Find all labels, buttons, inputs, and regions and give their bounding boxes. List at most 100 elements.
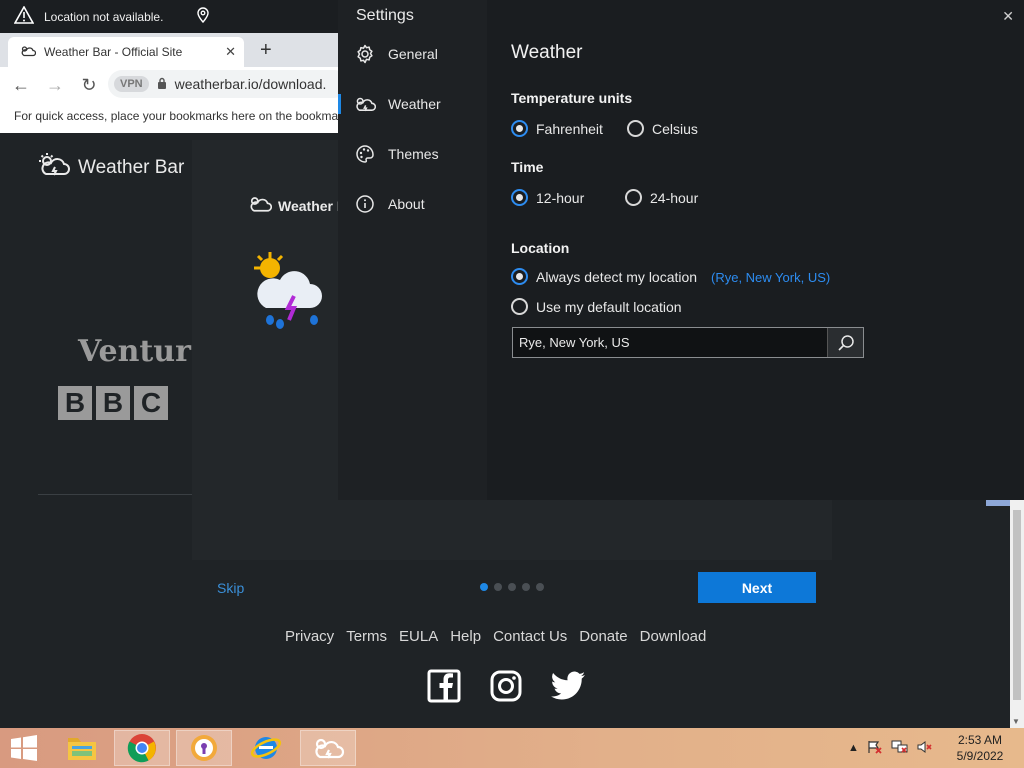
cloud-icon [354, 93, 376, 115]
back-icon[interactable]: ← [12, 75, 30, 96]
footer-link-contact[interactable]: Contact Us [493, 628, 567, 645]
press-logo-venturebeat: Ventur [78, 334, 191, 369]
radio-label: Always detect my location [536, 268, 698, 285]
radio-24-hour[interactable]: 24-hour [625, 189, 698, 206]
bbc-letter: B [96, 386, 130, 420]
radio-celsius[interactable]: Celsius [627, 120, 698, 137]
settings-nav-about[interactable]: About [338, 186, 487, 222]
weather-bar-icon[interactable] [300, 730, 356, 766]
radio-label: Use my default location [536, 298, 682, 315]
facebook-icon[interactable] [426, 668, 462, 704]
radio-unselected-icon [627, 120, 644, 137]
settings-nav-general[interactable]: General [338, 36, 487, 72]
new-tab-icon[interactable]: + [260, 39, 272, 62]
lock-icon[interactable] [157, 76, 167, 92]
volume-muted-icon[interactable] [917, 740, 933, 757]
info-icon [354, 193, 376, 215]
settings-nav-themes[interactable]: Themes [338, 136, 487, 172]
instagram-icon[interactable] [488, 668, 524, 704]
browser-window: Weather Bar - Official Site ✕ + ← → ↻ VP… [0, 33, 348, 133]
footer-link-download[interactable]: Download [640, 628, 707, 645]
pagination-dot[interactable] [522, 583, 530, 591]
scrollbar-thumb[interactable] [1013, 510, 1021, 700]
temperature-units-label: Temperature units [511, 90, 633, 106]
clock-date: 5/9/2022 [956, 749, 1004, 763]
forward-icon[interactable]: → [46, 75, 64, 96]
skip-link[interactable]: Skip [217, 580, 244, 596]
radio-unselected-icon [511, 298, 528, 315]
weather-bar-logo-icon [38, 152, 70, 184]
onboarding-pagination [480, 583, 544, 591]
twitter-icon[interactable] [550, 668, 586, 704]
search-icon[interactable] [827, 328, 863, 357]
settings-title: Settings [356, 7, 414, 24]
system-clock[interactable]: 2:53 AM 5/9/2022 [950, 732, 1010, 764]
detected-location-text: (Rye, New York, US) [711, 270, 831, 285]
settings-nav-label: Weather [388, 96, 441, 112]
site-logo-text: Weather Bar [78, 157, 185, 178]
next-button[interactable]: Next [698, 572, 816, 603]
radio-label: Celsius [652, 120, 698, 137]
pane-title: Weather [511, 42, 583, 63]
pagination-dot[interactable] [536, 583, 544, 591]
radio-unselected-icon [625, 189, 642, 206]
radio-fahrenheit[interactable]: Fahrenheit [511, 120, 603, 137]
thunderstorm-icon [248, 250, 332, 335]
location-input[interactable] [513, 328, 827, 357]
radio-always-detect-location[interactable]: Always detect my location [511, 268, 697, 285]
settings-sidebar: Settings General Weather Themes About [338, 0, 487, 500]
address-bar[interactable]: VPN weatherbar.io/download. [108, 70, 348, 98]
location-notice-text: Location not available. [44, 9, 164, 24]
pagination-dot[interactable] [480, 583, 488, 591]
internet-explorer-icon[interactable] [238, 730, 294, 766]
close-icon[interactable]: ✕ [1002, 8, 1014, 25]
footer-link-terms[interactable]: Terms [346, 628, 387, 645]
site-logo[interactable]: Weather Bar [38, 152, 184, 184]
radio-selected-icon [511, 189, 528, 206]
network-icon[interactable] [891, 740, 909, 757]
weather-bar-favicon-icon [20, 44, 37, 61]
windows-start-icon[interactable] [0, 730, 48, 766]
location-notice: Location not available. [0, 0, 338, 33]
radio-default-location[interactable]: Use my default location [511, 298, 682, 315]
settings-pane: Weather Temperature units Fahrenheit Cel… [487, 0, 986, 500]
vpn-badge[interactable]: VPN [114, 76, 149, 92]
location-label: Location [511, 240, 570, 256]
radio-selected-icon [511, 120, 528, 137]
radio-selected-icon [511, 268, 528, 285]
scroll-down-arrow-icon[interactable]: ▼ [1012, 717, 1020, 726]
footer-link-privacy[interactable]: Privacy [285, 628, 334, 645]
location-pin-icon[interactable] [197, 7, 210, 26]
settings-nav-weather[interactable]: Weather [338, 86, 487, 122]
onboarding-logo-text: Weather B [278, 197, 347, 214]
chrome-icon[interactable] [114, 730, 170, 766]
radio-label: 12-hour [536, 189, 585, 206]
file-explorer-icon[interactable] [54, 730, 110, 766]
browser-tab[interactable]: Weather Bar - Official Site ✕ [8, 37, 244, 67]
url-text: weatherbar.io/download. [174, 76, 327, 92]
time-label: Time [511, 159, 544, 175]
settings-right-panel: ✕ [986, 0, 1024, 500]
tab-close-icon[interactable]: ✕ [225, 44, 236, 60]
action-center-flag-icon[interactable] [867, 740, 883, 757]
scrollbar[interactable]: ▼ [1010, 500, 1024, 728]
radio-label: Fahrenheit [536, 120, 603, 137]
footer-link-eula[interactable]: EULA [399, 628, 438, 645]
footer-link-help[interactable]: Help [450, 628, 481, 645]
radio-12-hour[interactable]: 12-hour [511, 189, 584, 206]
pagination-dot[interactable] [494, 583, 502, 591]
onboarding-logo: Weather B [248, 194, 347, 217]
palette-icon [354, 143, 376, 165]
footer-link-donate[interactable]: Donate [579, 628, 627, 645]
show-hidden-icons-icon[interactable]: ▲ [848, 742, 859, 754]
social-links [426, 668, 586, 704]
radio-label: 24-hour [650, 189, 699, 206]
window-edge [986, 500, 1010, 506]
pagination-dot[interactable] [508, 583, 516, 591]
divider [38, 494, 192, 495]
reload-icon[interactable]: ↻ [80, 75, 98, 96]
clock-time: 2:53 AM [957, 733, 1003, 747]
system-tray: ▲ [848, 728, 933, 768]
vpn-app-icon[interactable] [176, 730, 232, 766]
bbc-letter: C [134, 386, 168, 420]
